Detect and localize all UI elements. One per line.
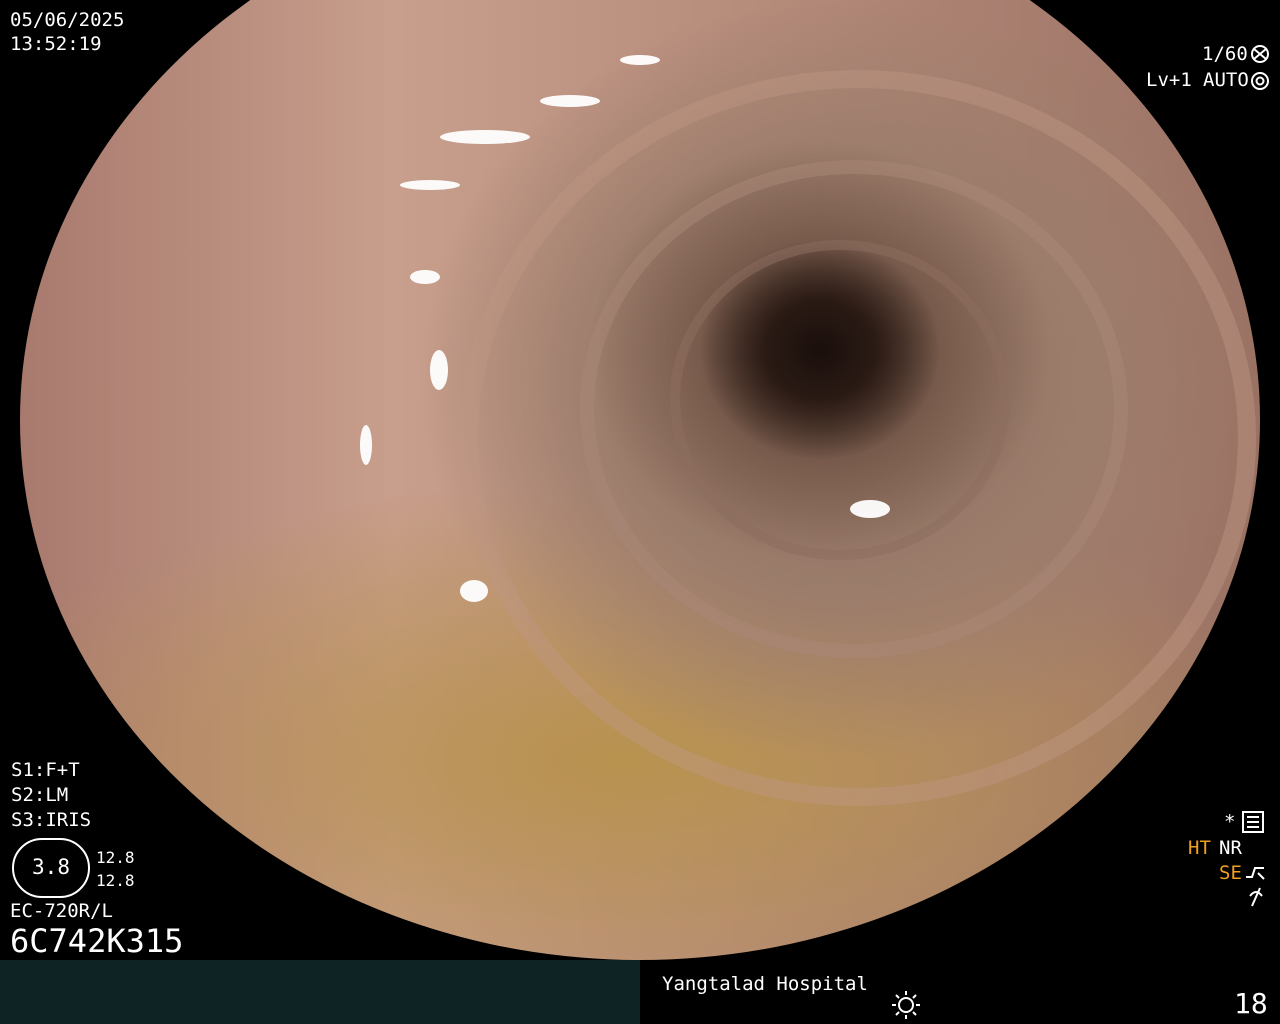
gauge-readout-2: 12.8 [96, 871, 135, 890]
light-reflection [430, 350, 448, 390]
setting-s1: S1:F+T [11, 759, 80, 781]
time-readout: 13:52:19 [10, 33, 102, 55]
se-curve-icon [1246, 867, 1265, 880]
flag-asterisk: * [1224, 811, 1236, 833]
level-readout: Lv+1 [1146, 69, 1192, 91]
light-reflection [360, 425, 372, 465]
shutter-icon [1251, 45, 1269, 63]
gauge-readout-1: 12.8 [96, 848, 135, 867]
info-bar-left [0, 960, 640, 1024]
flag-nr: NR [1219, 837, 1242, 859]
gauge-value: 3.8 [32, 855, 70, 879]
light-reflection [850, 500, 890, 518]
image-count: 18 [1234, 987, 1268, 1020]
light-reflection [440, 130, 530, 144]
light-reflection [400, 180, 460, 190]
scope-model: EC-720R/L [10, 900, 113, 922]
endoscope-view [20, 0, 1260, 960]
light-reflection [620, 55, 660, 65]
setting-s2: S2:LM [11, 784, 69, 806]
freeze-icon [1249, 887, 1263, 907]
mucosal-fold-inner [670, 240, 1010, 560]
iris-mode-readout: AUTO [1203, 69, 1249, 91]
light-reflection [410, 270, 440, 284]
light-reflection [540, 95, 600, 107]
iris-icon [1251, 72, 1269, 90]
light-reflection [460, 580, 488, 602]
hospital-name: Yangtalad Hospital [662, 973, 868, 995]
setting-s3: S3:IRIS [11, 809, 92, 831]
light-icon [892, 991, 920, 1019]
shutter-readout: 1/60 [1202, 43, 1248, 65]
flag-ht: HT [1188, 837, 1211, 859]
scope-serial: 6C742K315 [10, 922, 184, 960]
zoom-gauge: 3.8 [12, 838, 90, 898]
flag-se: SE [1219, 862, 1242, 884]
date-readout: 05/06/2025 [10, 9, 125, 31]
settings-icon [1242, 811, 1264, 833]
